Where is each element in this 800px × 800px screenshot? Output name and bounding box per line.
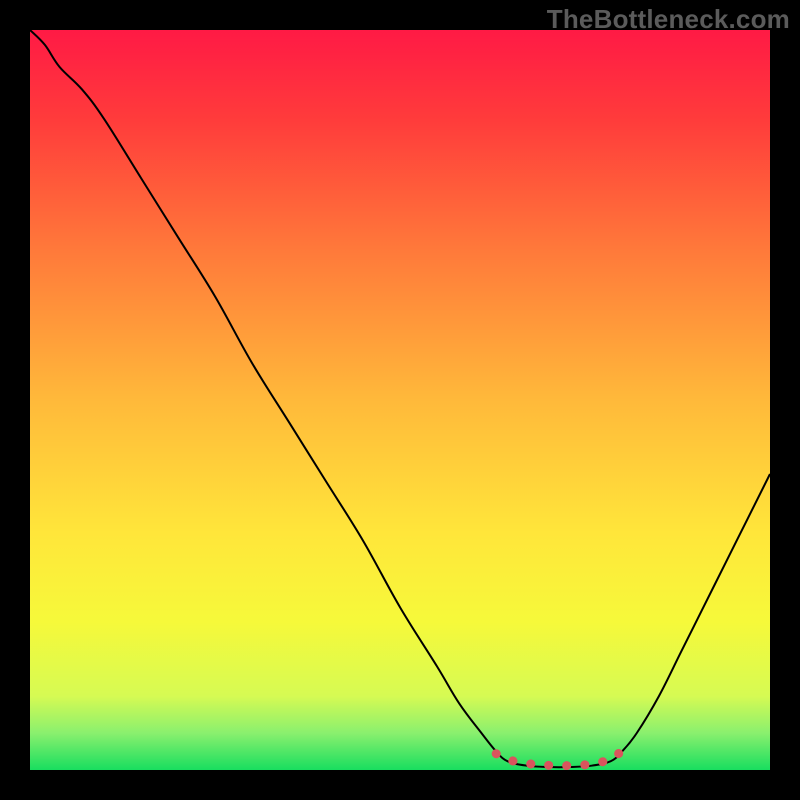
chart-svg — [30, 30, 770, 770]
plot-area — [30, 30, 770, 770]
gradient-background — [30, 30, 770, 770]
chart-frame: TheBottleneck.com — [0, 0, 800, 800]
